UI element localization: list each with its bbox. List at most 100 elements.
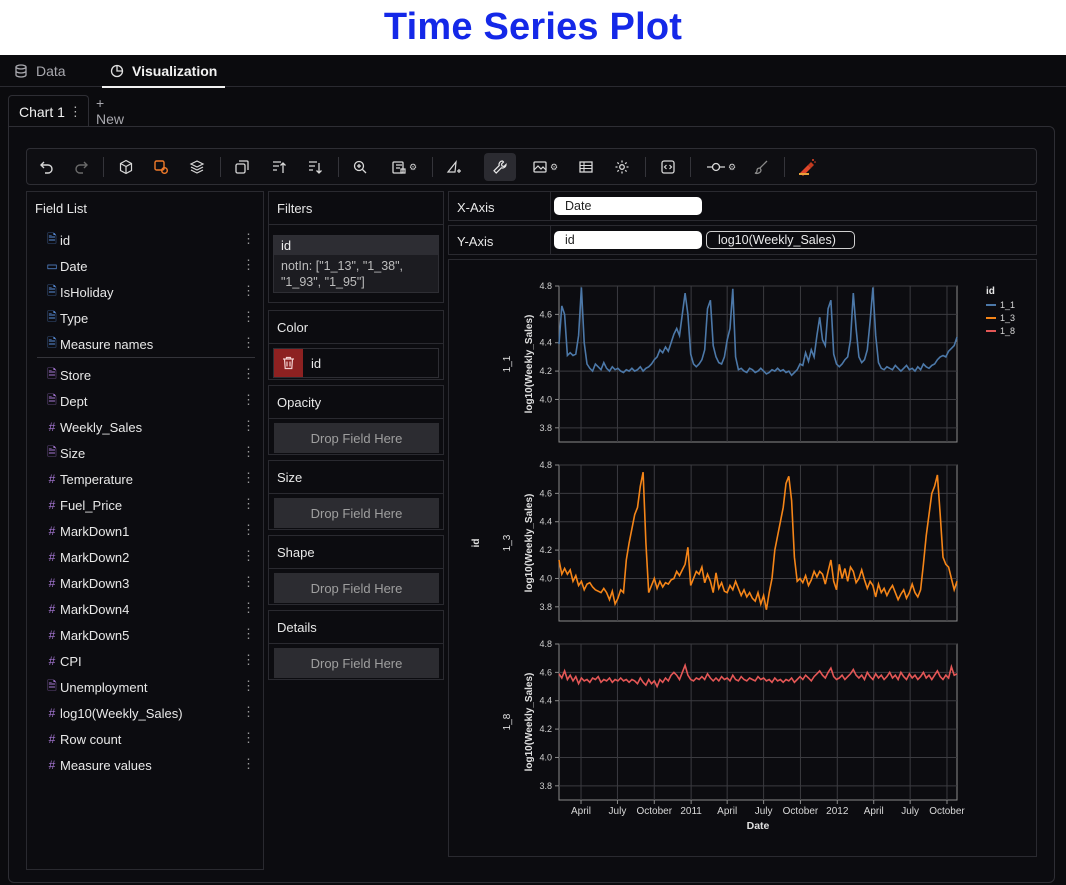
- gear-icon[interactable]: ⚙: [728, 162, 736, 173]
- y-axis-title: log10(Weekly_Sales): [524, 315, 535, 414]
- field-item-unemployment[interactable]: 🗎 Unemployment ⋮: [45, 677, 255, 697]
- field-item-size[interactable]: 🗎 Size ⋮: [45, 443, 255, 463]
- filter-card[interactable]: id notIn: ["1_13", "1_38", "1_93", "1_95…: [273, 235, 439, 293]
- wrench-icon[interactable]: [484, 153, 516, 181]
- copy-highlight-icon[interactable]: [149, 153, 173, 181]
- x-tick-label: October: [783, 806, 819, 817]
- field-name: Date: [60, 258, 88, 274]
- cube-icon[interactable]: [114, 153, 138, 181]
- field-item-store[interactable]: 🗎 Store ⋮: [45, 365, 255, 385]
- duplicate-icon[interactable]: [230, 153, 254, 181]
- more-vertical-icon[interactable]: ⋮: [242, 335, 255, 351]
- field-item-isholiday[interactable]: 🗎 IsHoliday ⋮: [45, 282, 255, 302]
- y-axis-field-pill[interactable]: id: [554, 231, 702, 249]
- panel-divider: [269, 643, 443, 644]
- toolbar-divider: [432, 157, 433, 177]
- more-vertical-icon[interactable]: ⋮: [242, 548, 255, 564]
- field-item-id[interactable]: 🗎 id ⋮: [45, 230, 255, 250]
- more-vertical-icon[interactable]: ⋮: [242, 444, 255, 460]
- stack-icon[interactable]: [442, 153, 466, 181]
- more-vertical-icon[interactable]: ⋮: [242, 522, 255, 538]
- opacity-drop-zone[interactable]: Drop Field Here: [274, 423, 439, 453]
- shape-drop-zone[interactable]: Drop Field Here: [274, 573, 439, 603]
- more-vertical-icon[interactable]: ⋮: [242, 366, 255, 382]
- plot-frame: [558, 643, 958, 801]
- table-icon[interactable]: [574, 153, 598, 181]
- field-item-markdown3[interactable]: # MarkDown3 ⋮: [45, 573, 255, 593]
- more-vertical-icon[interactable]: ⋮: [242, 309, 255, 325]
- chart-tab-label: Chart 1: [19, 103, 65, 120]
- field-item-markdown1[interactable]: # MarkDown1 ⋮: [45, 521, 255, 541]
- field-item-date[interactable]: ▭ Date ⋮: [45, 256, 255, 276]
- field-item-markdown4[interactable]: # MarkDown4 ⋮: [45, 599, 255, 619]
- more-vertical-icon[interactable]: ⋮: [242, 600, 255, 616]
- more-vertical-icon[interactable]: ⋮: [242, 626, 255, 642]
- field-item-cpi[interactable]: # CPI ⋮: [45, 651, 255, 671]
- legend-label: 1_1: [1000, 300, 1015, 310]
- more-vertical-icon[interactable]: ⋮: [69, 104, 82, 120]
- field-item-weekly-sales[interactable]: # Weekly_Sales ⋮: [45, 417, 255, 437]
- sort-descending-icon[interactable]: [303, 153, 327, 181]
- details-drop-zone[interactable]: Drop Field Here: [274, 648, 439, 678]
- field-item-temperature[interactable]: # Temperature ⋮: [45, 469, 255, 489]
- color-field-chip[interactable]: id: [273, 348, 439, 378]
- more-vertical-icon[interactable]: ⋮: [242, 418, 255, 434]
- y-tick-label: 4.8: [539, 281, 552, 291]
- x-axis-field-pill[interactable]: Date: [554, 197, 702, 215]
- field-item-markdown5[interactable]: # MarkDown5 ⋮: [45, 625, 255, 645]
- y-axis-field-pill[interactable]: log10(Weekly_Sales): [706, 231, 855, 249]
- field-item-log10-weekly-sales[interactable]: # log10(Weekly_Sales) ⋮: [45, 703, 255, 723]
- more-vertical-icon[interactable]: ⋮: [242, 231, 255, 247]
- more-vertical-icon[interactable]: ⋮: [242, 678, 255, 694]
- paint-brush-icon[interactable]: [749, 153, 773, 181]
- more-vertical-icon[interactable]: ⋮: [242, 756, 255, 772]
- calendar-icon: ▭: [46, 259, 58, 273]
- new-chart-button[interactable]: + New: [96, 95, 124, 127]
- chart-canvas: 3.8 4.0 4.2 4.4 4.6 4.8 log10(Weekly_Sales) 1_1…: [471, 281, 1015, 832]
- field-item-row-count[interactable]: # Row count ⋮: [45, 729, 255, 749]
- tab-visualization[interactable]: Visualization: [101, 55, 226, 88]
- more-vertical-icon[interactable]: ⋮: [242, 496, 255, 512]
- more-vertical-icon[interactable]: ⋮: [242, 574, 255, 590]
- code-icon[interactable]: [656, 153, 680, 181]
- spray-paint-icon[interactable]: [794, 153, 820, 181]
- image-icon[interactable]: ⚙: [526, 153, 564, 181]
- tab-chart-1[interactable]: Chart 1 ⋮: [8, 95, 89, 127]
- point-line-icon[interactable]: ⚙: [700, 153, 742, 181]
- gear-icon[interactable]: ⚙: [550, 162, 558, 173]
- zoom-in-icon[interactable]: [348, 153, 372, 181]
- text-icon: 🗎: [47, 678, 57, 693]
- details-panel: Details Drop Field Here: [268, 610, 444, 680]
- size-panel: Size Drop Field Here: [268, 460, 444, 530]
- facet-title: id: [471, 539, 482, 548]
- tab-visualization-label: Visualization: [132, 63, 218, 79]
- layers-icon[interactable]: [185, 153, 209, 181]
- field-item-measure-values[interactable]: # Measure values ⋮: [45, 755, 255, 775]
- field-item-type[interactable]: 🗎 Type ⋮: [45, 308, 255, 328]
- field-name: Measure values: [60, 757, 152, 773]
- sort-ascending-icon[interactable]: [267, 153, 291, 181]
- trash-icon[interactable]: [274, 349, 303, 377]
- text-icon: 🗎: [47, 392, 57, 407]
- y-tick-label: 4.6: [539, 309, 552, 319]
- gear-icon[interactable]: ⚙: [409, 162, 417, 173]
- field-item-fuel-price[interactable]: # Fuel_Price ⋮: [45, 495, 255, 515]
- more-vertical-icon[interactable]: ⋮: [242, 730, 255, 746]
- y-tick-label: 4.0: [539, 752, 552, 762]
- tab-data[interactable]: Data: [14, 55, 66, 87]
- more-vertical-icon[interactable]: ⋮: [242, 704, 255, 720]
- more-vertical-icon[interactable]: ⋮: [242, 283, 255, 299]
- settings-icon[interactable]: [610, 153, 634, 181]
- field-item-dept[interactable]: 🗎 Dept ⋮: [45, 391, 255, 411]
- more-vertical-icon[interactable]: ⋮: [242, 652, 255, 668]
- tab-data-label: Data: [36, 63, 66, 79]
- more-vertical-icon[interactable]: ⋮: [242, 392, 255, 408]
- undo-icon[interactable]: [35, 153, 59, 181]
- redo-icon[interactable]: [69, 153, 93, 181]
- export-icon[interactable]: ⚙: [383, 153, 425, 181]
- size-drop-zone[interactable]: Drop Field Here: [274, 498, 439, 528]
- field-item-markdown2[interactable]: # MarkDown2 ⋮: [45, 547, 255, 567]
- more-vertical-icon[interactable]: ⋮: [242, 470, 255, 486]
- field-item-measure-names[interactable]: 🗎 Measure names ⋮: [45, 334, 255, 354]
- more-vertical-icon[interactable]: ⋮: [242, 257, 255, 273]
